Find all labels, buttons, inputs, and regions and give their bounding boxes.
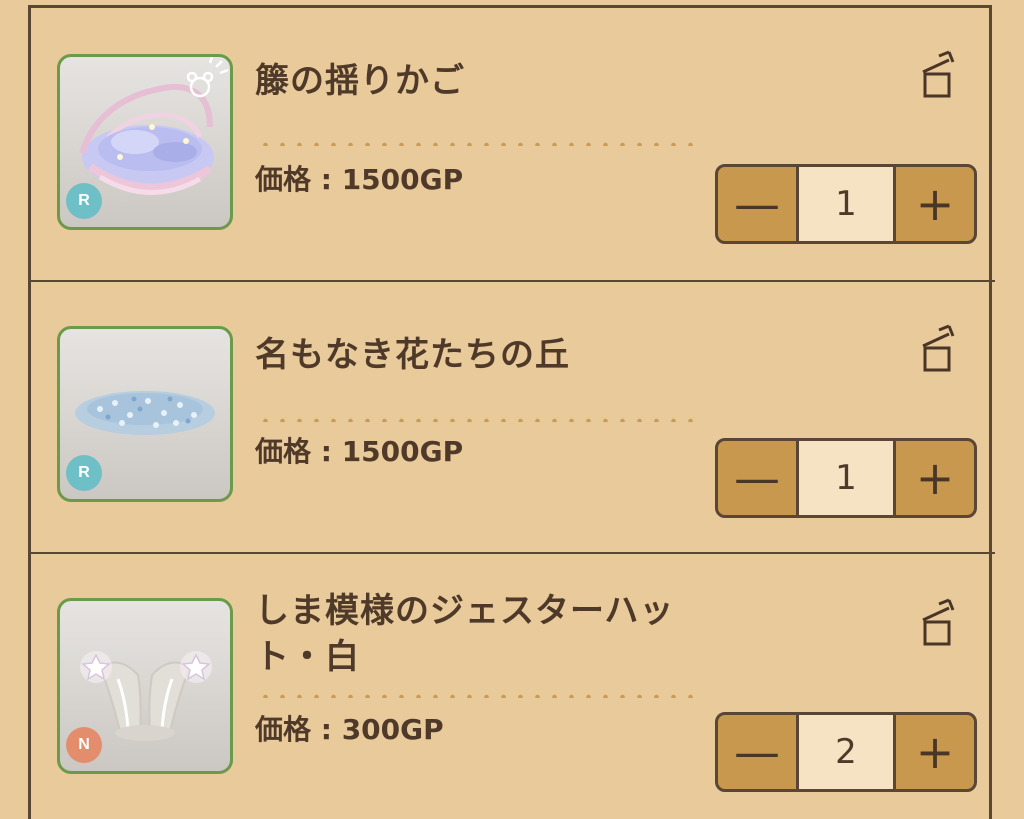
trash-icon[interactable] (919, 598, 963, 652)
item-price: 価格 : 300GP (255, 713, 444, 746)
trash-icon[interactable] (919, 324, 963, 378)
item-thumbnail[interactable]: R (57, 326, 233, 502)
increase-button[interactable]: + (896, 441, 974, 515)
trash-icon[interactable] (919, 50, 963, 104)
increase-button[interactable]: + (896, 167, 974, 241)
increase-button[interactable]: + (896, 715, 974, 789)
item-name: 名もなき花たちの丘 (255, 335, 570, 375)
decrease-button[interactable]: — (718, 715, 796, 789)
decrease-button[interactable]: — (718, 167, 796, 241)
quantity-value: 1 (796, 441, 896, 515)
item-name: しま模様のジェスターハット・白 (255, 591, 675, 677)
item-price: 価格 : 1500GP (255, 435, 464, 468)
item-name: 籐の揺りかご (255, 61, 465, 101)
quantity-stepper: — 2 + (715, 712, 977, 792)
dotted-divider (257, 694, 703, 698)
rarity-badge: R (66, 455, 102, 491)
quantity-value: 1 (796, 167, 896, 241)
cart-item: N しま模様のジェスターハット・白 価格 : 300GP — 2 + (31, 552, 995, 819)
cart-item-list: R 籐の揺りかご 価格 : 1500GP — 1 + R 名もなき花たちの丘 価… (28, 5, 995, 819)
rarity-badge: R (66, 183, 102, 219)
item-thumbnail[interactable]: R (57, 54, 233, 230)
quantity-stepper: — 1 + (715, 438, 977, 518)
cart-item: R 籐の揺りかご 価格 : 1500GP — 1 + (31, 8, 995, 280)
item-price: 価格 : 1500GP (255, 163, 464, 196)
dotted-divider (257, 418, 703, 422)
decrease-button[interactable]: — (718, 441, 796, 515)
shop-cart-page: R 籐の揺りかご 価格 : 1500GP — 1 + R 名もなき花たちの丘 価… (0, 0, 1024, 819)
quantity-stepper: — 1 + (715, 164, 977, 244)
cart-item: R 名もなき花たちの丘 価格 : 1500GP — 1 + (31, 280, 995, 552)
item-thumbnail[interactable]: N (57, 598, 233, 774)
quantity-value: 2 (796, 715, 896, 789)
rarity-badge: N (66, 727, 102, 763)
dotted-divider (257, 142, 703, 146)
